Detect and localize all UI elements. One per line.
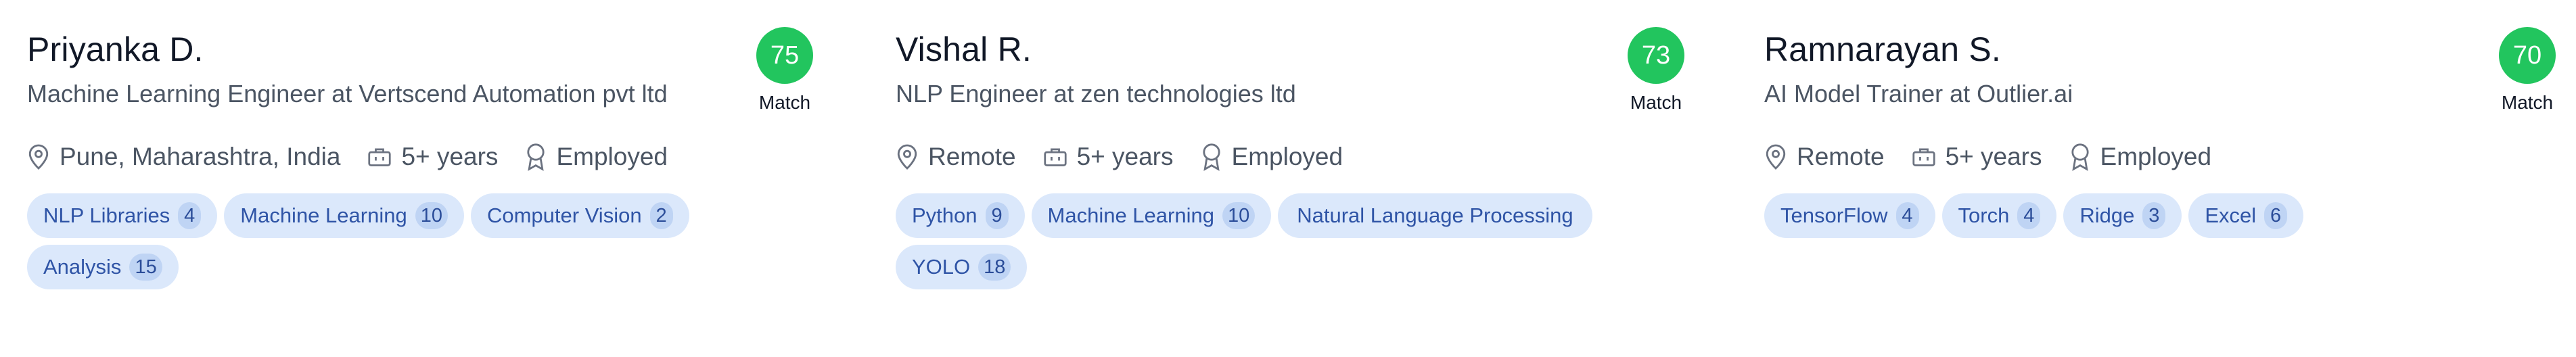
- skill-count: 4: [1895, 202, 1919, 229]
- experience-text: 5+ years: [401, 143, 499, 170]
- location-text: Remote: [1797, 143, 1885, 170]
- skill-tag[interactable]: Machine Learning 10: [224, 193, 464, 238]
- match-score-badge: 73: [1628, 27, 1684, 84]
- experience-text: 5+ years: [1076, 143, 1174, 170]
- candidate-list: Priyanka D. Machine Learning Engineer at…: [0, 0, 2576, 357]
- experience-text: 5+ years: [1945, 143, 2042, 170]
- employment-status: Employed: [525, 143, 668, 171]
- skill-label: Machine Learning: [1047, 204, 1214, 227]
- skill-tag[interactable]: Python 9: [896, 193, 1025, 238]
- status-text: Employed: [2100, 143, 2212, 170]
- candidate-name[interactable]: Ramnarayan S.: [1764, 30, 2001, 69]
- skill-count: 4: [2017, 202, 2041, 229]
- skill-label: TensorFlow: [1780, 204, 1888, 227]
- skill-count: 4: [178, 202, 202, 229]
- candidate-title: AI Model Trainer at Outlier.ai: [1764, 80, 2073, 108]
- skill-tag[interactable]: Excel 6: [2188, 193, 2304, 238]
- skill-count: 9: [985, 202, 1009, 229]
- skill-label: Python: [912, 204, 978, 227]
- skill-tag[interactable]: Machine Learning 10: [1031, 193, 1272, 238]
- candidate-card[interactable]: Ramnarayan S. AI Model Trainer at Outlie…: [1737, 0, 2576, 357]
- skill-tag[interactable]: Torch 4: [1941, 193, 2057, 238]
- location: Remote: [896, 143, 1016, 171]
- candidate-meta: Remote 5+ years Employed: [896, 138, 1370, 176]
- location-pin-icon: [28, 144, 49, 170]
- location-pin-icon: [897, 144, 917, 170]
- skill-tags: TensorFlow 4 Torch 4 Ridge 3 Excel 6: [1764, 193, 2549, 238]
- skill-label: Natural Language Processing: [1297, 204, 1573, 227]
- briefcase-icon: [1043, 148, 1067, 166]
- skill-label: NLP Libraries: [43, 204, 170, 227]
- match-score: 73 Match: [1615, 27, 1697, 114]
- location-text: Remote: [928, 143, 1016, 170]
- skill-count: 2: [649, 202, 673, 229]
- skill-count: 15: [129, 254, 162, 281]
- briefcase-icon: [1912, 148, 1935, 166]
- skill-count: 10: [415, 202, 448, 229]
- candidate-name[interactable]: Vishal R.: [896, 30, 1032, 69]
- candidate-card[interactable]: Priyanka D. Machine Learning Engineer at…: [0, 0, 839, 357]
- status-text: Employed: [556, 143, 668, 170]
- skill-label: YOLO: [912, 255, 971, 279]
- experience: 5+ years: [367, 143, 498, 171]
- skill-count: 6: [2264, 202, 2288, 229]
- match-score: 75 Match: [744, 27, 825, 114]
- skill-tags: NLP Libraries 4 Machine Learning 10 Comput…: [27, 193, 812, 289]
- skill-count: 3: [2142, 202, 2166, 229]
- location-pin-icon: [1766, 144, 1786, 170]
- skill-count: 10: [1222, 202, 1256, 229]
- skill-label: Computer Vision: [486, 204, 642, 227]
- skill-label: Ridge: [2079, 204, 2135, 227]
- match-score: 70 Match: [2487, 27, 2568, 114]
- skill-tag[interactable]: Ridge 3: [2063, 193, 2182, 238]
- candidate-title: NLP Engineer at zen technologies ltd: [896, 80, 1296, 108]
- match-label: Match: [1630, 92, 1682, 113]
- skill-count: 18: [978, 254, 1011, 281]
- skill-label: Machine Learning: [240, 204, 407, 227]
- match-label: Match: [2501, 92, 2554, 113]
- candidate-meta: Remote 5+ years Employed: [1764, 138, 2238, 176]
- briefcase-icon: [368, 148, 392, 166]
- skill-tags: Python 9 Machine Learning 10 Natural Langu…: [896, 193, 1680, 289]
- candidate-card[interactable]: Vishal R. NLP Engineer at zen technologi…: [869, 0, 1707, 357]
- match-score-badge: 75: [756, 27, 813, 84]
- skill-tag[interactable]: Analysis 15: [27, 245, 179, 289]
- award-badge-icon: [527, 143, 545, 171]
- location: Remote: [1764, 143, 1885, 171]
- skill-label: Analysis: [43, 255, 122, 279]
- employment-status: Employed: [2069, 143, 2212, 171]
- award-badge-icon: [2071, 143, 2089, 171]
- experience: 5+ years: [1043, 143, 1174, 171]
- skill-label: Excel: [2205, 204, 2257, 227]
- candidate-title: Machine Learning Engineer at Vertscend A…: [27, 80, 668, 108]
- skill-tag[interactable]: Computer Vision 2: [470, 193, 689, 238]
- match-score-badge: 70: [2499, 27, 2556, 84]
- skill-tag[interactable]: TensorFlow 4: [1764, 193, 1935, 238]
- skill-tag[interactable]: Natural Language Processing: [1278, 193, 1592, 238]
- employment-status: Employed: [1201, 143, 1343, 171]
- skill-tag[interactable]: NLP Libraries 4: [27, 193, 218, 238]
- award-badge-icon: [1202, 143, 1220, 171]
- candidate-meta: Pune, Maharashtra, India 5+ years Employ…: [27, 138, 695, 176]
- candidate-name[interactable]: Priyanka D.: [27, 30, 204, 69]
- location: Pune, Maharashtra, India: [27, 143, 340, 171]
- skill-tag[interactable]: YOLO 18: [896, 245, 1028, 289]
- skill-label: Torch: [1958, 204, 2010, 227]
- match-label: Match: [758, 92, 811, 113]
- status-text: Employed: [1231, 143, 1343, 170]
- experience: 5+ years: [1912, 143, 2042, 171]
- location-text: Pune, Maharashtra, India: [60, 143, 341, 170]
